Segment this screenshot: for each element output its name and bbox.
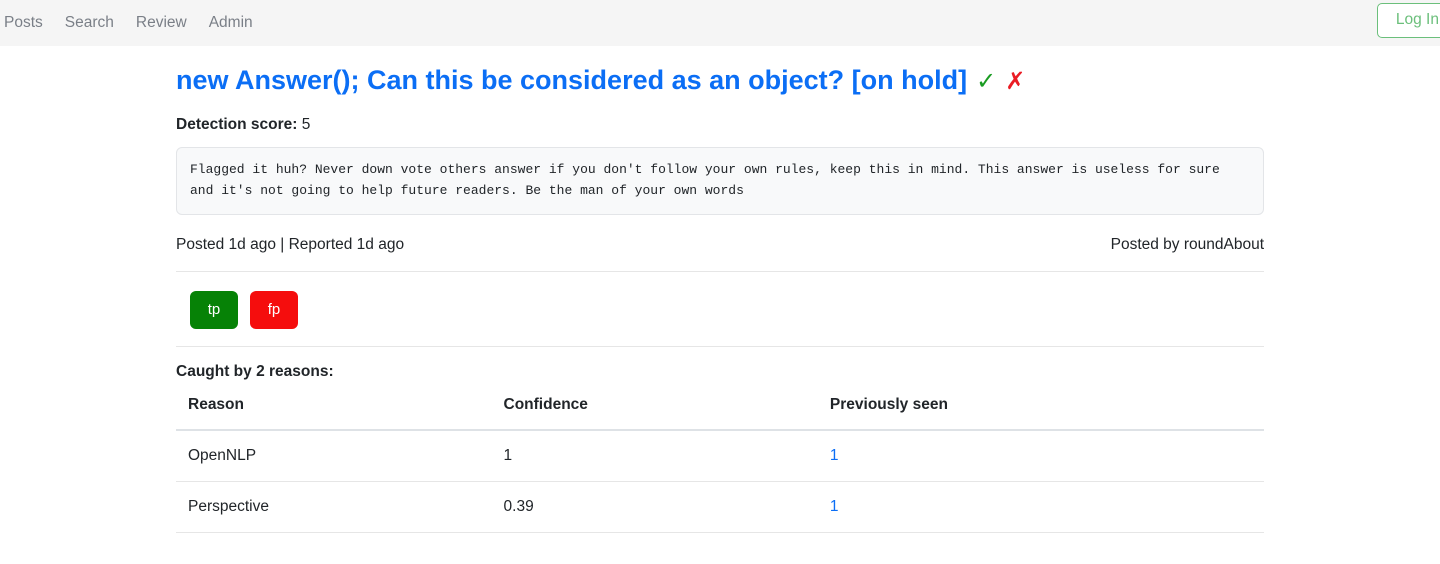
cell-reason: Perspective xyxy=(176,481,492,533)
detection-score: Detection score: 5 xyxy=(164,98,1276,134)
nav-item-review[interactable]: Review xyxy=(136,15,187,31)
table-header-row: Reason Confidence Previously seen xyxy=(176,380,1264,431)
post-meta: Posted 1d ago | Reported 1d ago Posted b… xyxy=(164,215,1276,254)
previously-seen-link[interactable]: 1 xyxy=(830,498,839,515)
close-icon: ✗ xyxy=(1005,68,1026,95)
nav-item-admin[interactable]: Admin xyxy=(209,15,253,31)
false-positive-button[interactable]: fp xyxy=(250,290,298,329)
cell-confidence: 1 xyxy=(491,429,818,482)
cell-previously-seen: 1 xyxy=(817,429,1264,482)
page-title: new Answer(); Can this be considered as … xyxy=(164,62,1276,98)
previously-seen-link[interactable]: 1 xyxy=(830,447,839,464)
check-icon: ✓ xyxy=(976,68,997,95)
nav-item-search[interactable]: Search xyxy=(65,15,114,31)
posted-reported-text: Posted 1d ago | Reported 1d ago xyxy=(176,235,405,253)
table-row: Perspective 0.39 1 xyxy=(176,481,1264,533)
navbar-actions: Log In xyxy=(1376,3,1440,38)
reasons-table: Reason Confidence Previously seen OpenNL… xyxy=(176,380,1264,533)
posted-by-text: Posted by roundAbout xyxy=(1110,235,1264,253)
nav-item-posts[interactable]: Posts xyxy=(4,15,43,31)
feedback-buttons: tp fp xyxy=(164,272,1276,329)
log-in-button[interactable]: Log In xyxy=(1376,3,1440,38)
true-positive-button[interactable]: tp xyxy=(190,290,238,329)
post-body: Flagged it huh? Never down vote others a… xyxy=(176,147,1264,215)
caught-by-heading: Caught by 2 reasons: xyxy=(176,362,334,380)
cell-reason: OpenNLP xyxy=(176,429,492,482)
post-title-link[interactable]: new Answer(); Can this be considered as … xyxy=(176,62,967,98)
cell-previously-seen: 1 xyxy=(817,481,1264,533)
navbar-links: Posts Search Review Admin xyxy=(0,15,253,31)
column-header-previously-seen: Previously seen xyxy=(817,380,1264,431)
cell-confidence: 0.39 xyxy=(491,481,818,533)
detection-score-label: Detection score: xyxy=(176,116,298,134)
main-content: new Answer(); Can this be considered as … xyxy=(164,46,1276,533)
column-header-confidence: Confidence xyxy=(491,380,818,431)
detection-score-value: 5 xyxy=(301,116,311,134)
table-row: OpenNLP 1 1 xyxy=(176,429,1264,482)
top-navbar: Posts Search Review Admin Log In xyxy=(0,0,1440,46)
column-header-reason: Reason xyxy=(176,380,492,431)
